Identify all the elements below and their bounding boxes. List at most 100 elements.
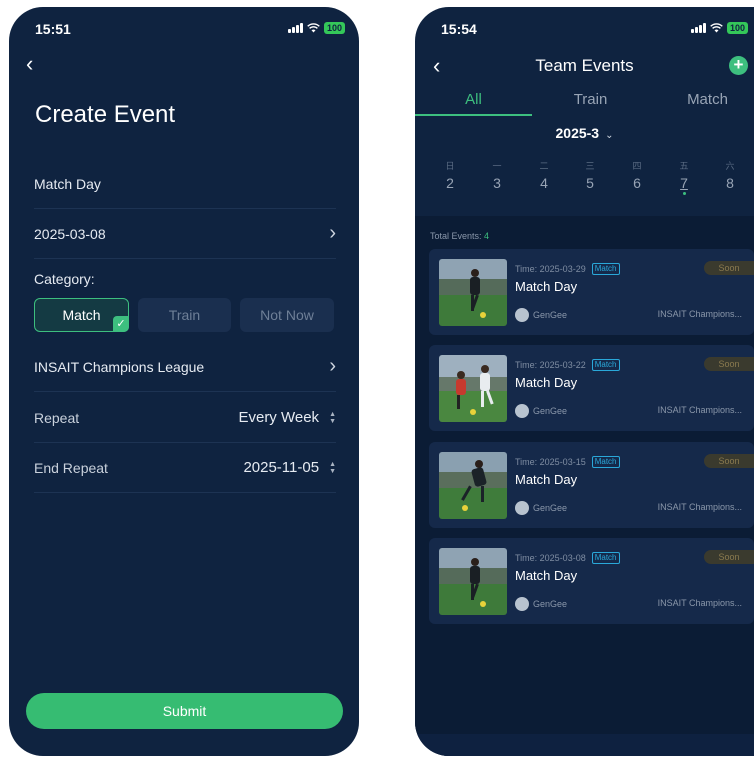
check-icon: ✓ (113, 316, 129, 332)
status-badge: Soon (704, 357, 754, 371)
category-match-button[interactable]: Match ✓ (34, 298, 129, 332)
page-title: Create Event (35, 101, 176, 128)
event-name: Match Day (515, 375, 578, 390)
event-team: GenGee (515, 308, 567, 322)
signal-icon (690, 23, 706, 33)
status-bar: 15:54 100 (415, 7, 754, 47)
event-type-tag: Match (591, 552, 620, 564)
status-bar: 15:51 100 (9, 7, 359, 47)
date-number: 2 (446, 175, 454, 191)
month-value: 2025-3 (555, 125, 600, 141)
create-event-screen: 15:51 100 ‹ Create Event Match Day 2025-… (9, 7, 359, 756)
day-cell[interactable]: 二4 (529, 159, 559, 191)
category-notnow-button[interactable]: Not Now (240, 298, 334, 332)
day-cell[interactable]: 三5 (575, 159, 605, 191)
day-cell[interactable]: 六8 (715, 159, 745, 191)
event-time: Time: 2025-03-15 Match (515, 456, 620, 468)
event-name: Match Day (515, 472, 578, 487)
event-thumbnail (439, 355, 507, 422)
total-events: Total Events: 4 (430, 231, 489, 241)
category-train-button[interactable]: Train (138, 298, 231, 332)
bottom-bar (415, 734, 754, 756)
tab-match[interactable]: Match (649, 91, 754, 108)
team-name: GenGee (533, 599, 568, 609)
submit-button[interactable]: Submit (26, 693, 343, 729)
page-title: Team Events (535, 56, 634, 75)
today-dot (682, 192, 686, 195)
day-cell[interactable]: 日2 (435, 159, 465, 191)
event-thumbnail (439, 548, 507, 615)
event-card[interactable]: Time: 2025-03-08 Match Soon Match Day Gen… (429, 538, 754, 624)
status-time: 15:54 (441, 21, 477, 37)
date-number: 3 (493, 175, 501, 191)
event-name-value: Match Day (34, 175, 101, 192)
day-cell[interactable]: 一3 (482, 159, 512, 191)
event-team: GenGee (515, 597, 567, 611)
status-badge: Soon (704, 261, 754, 275)
tab-train[interactable]: Train (532, 91, 649, 108)
status-time: 15:51 (35, 21, 71, 37)
category-train-label: Train (168, 307, 201, 323)
total-label: Total Events: (430, 231, 482, 241)
event-name: Match Day (515, 568, 578, 583)
date-number: 5 (586, 175, 594, 191)
end-repeat-field[interactable]: End Repeat 2025-11-05 ▲ ▼ (34, 443, 336, 493)
battery-icon: 100 (726, 22, 748, 34)
event-name: Match Day (515, 279, 578, 294)
event-thumbnail (439, 259, 507, 326)
event-league: INSAIT Champions... (657, 405, 742, 415)
date-number: 4 (540, 175, 548, 191)
event-time: Time: 2025-03-29 Match (515, 263, 620, 275)
weekday-label: 日 (445, 161, 455, 171)
repeat-field[interactable]: Repeat Every Week ▲ ▼ (34, 393, 336, 443)
date-value: 2025-03-08 (34, 225, 106, 242)
chevron-updown-icon: ▲ ▼ (329, 410, 336, 425)
category-notnow-label: Not Now (260, 307, 314, 323)
weekday-label: 二 (539, 161, 549, 171)
status-badge: Soon (704, 454, 754, 468)
wifi-icon (307, 23, 320, 33)
date-field[interactable]: 2025-03-08 › (34, 209, 336, 259)
team-events-screen: 15:54 100 ‹ Team Events + All Train Matc… (415, 7, 754, 756)
status-icons: 100 (287, 22, 345, 34)
event-league: INSAIT Champions... (657, 598, 742, 608)
league-value: INSAIT Champions League (34, 358, 205, 375)
event-time-text: Time: 2025-03-15 (515, 457, 586, 467)
event-time: Time: 2025-03-22 Match (515, 359, 620, 371)
date-number: 6 (633, 175, 641, 191)
event-league: INSAIT Champions... (657, 502, 742, 512)
day-cell-today[interactable]: 五7 (669, 159, 699, 195)
add-event-button[interactable]: + (729, 56, 748, 75)
battery-icon: 100 (323, 22, 345, 34)
event-name-field[interactable]: Match Day (34, 159, 336, 209)
chevron-right-icon: › (329, 355, 336, 377)
category-label: Category: (34, 271, 95, 287)
month-selector[interactable]: 2025-3 ⌄ (415, 125, 754, 141)
event-time-text: Time: 2025-03-29 (515, 264, 586, 274)
event-card[interactable]: Time: 2025-03-15 Match Soon Match Day Gen… (429, 442, 754, 528)
league-field[interactable]: INSAIT Champions League › (34, 342, 336, 392)
date-number: 8 (726, 175, 734, 191)
back-button[interactable]: ‹ (26, 53, 33, 75)
end-repeat-label: End Repeat (34, 459, 108, 476)
total-count: 4 (484, 231, 490, 241)
submit-label: Submit (162, 703, 207, 719)
day-cell[interactable]: 四6 (622, 159, 652, 191)
team-logo-icon (515, 501, 529, 515)
tab-all[interactable]: All (415, 91, 532, 108)
week-strip: 日2 一3 二4 三5 四6 五7 六8 (415, 159, 754, 215)
chevron-down-icon: ⌄ (605, 130, 614, 141)
wifi-icon (710, 23, 723, 33)
event-type-tag: Match (591, 456, 620, 468)
chevron-right-icon: › (329, 222, 336, 244)
event-time: Time: 2025-03-08 Match (515, 552, 620, 564)
team-name: GenGee (533, 503, 568, 513)
status-icons: 100 (690, 22, 748, 34)
event-type-tag: Match (591, 359, 620, 371)
event-card[interactable]: Time: 2025-03-29 Match Soon Match Day Gen… (429, 249, 754, 335)
event-card[interactable]: Time: 2025-03-22 Match Soon Match Day Gen… (429, 345, 754, 431)
team-name: GenGee (533, 310, 568, 320)
event-time-text: Time: 2025-03-08 (515, 553, 586, 563)
weekday-label: 三 (585, 161, 595, 171)
event-league: INSAIT Champions... (657, 309, 742, 319)
